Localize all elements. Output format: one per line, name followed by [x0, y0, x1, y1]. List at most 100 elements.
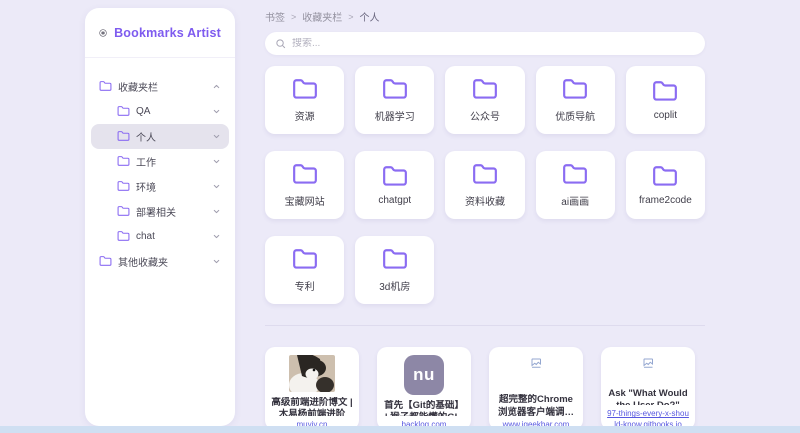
folder-name: 资源 [295, 108, 315, 123]
bookmarks-app: Bookmarks Artist 收藏夹栏 QA 个人 工作 [0, 0, 800, 433]
dog-photo-image [289, 355, 335, 392]
bookmark-title: 首先【Git的基础】 | 猴子都能懂的GIT入门 |.. [383, 400, 465, 416]
folder-icon [117, 130, 130, 143]
folder-icon [382, 164, 408, 190]
folder-card-ai-painting[interactable]: ai画画 [536, 151, 615, 219]
bookmark-thumbnail: nu [404, 355, 444, 395]
folder-name: 资料收藏 [465, 193, 505, 208]
folder-icon [117, 230, 130, 243]
section-divider [265, 325, 705, 326]
folder-name: 机器学习 [375, 108, 415, 123]
bookmark-title: Ask "What Would the User Do?" (You Are..… [607, 388, 689, 405]
sidebar-item-qa[interactable]: QA [91, 99, 229, 124]
folder-name: chatgpt [378, 195, 411, 206]
folder-icon [652, 79, 678, 105]
folder-icon [562, 77, 588, 103]
sidebar-item-bookmarks-bar[interactable]: 收藏夹栏 [91, 74, 229, 99]
search-input[interactable] [292, 38, 695, 49]
folder-icon [292, 162, 318, 188]
bottom-window-edge [0, 426, 800, 433]
nu-logo-text: nu [413, 365, 435, 385]
app-title: Bookmarks Artist [114, 26, 221, 40]
folder-icon [117, 105, 130, 118]
breadcrumb-separator: > [348, 12, 353, 22]
logo-icon [99, 22, 107, 44]
folder-icon [472, 162, 498, 188]
sidebar-item-other-bookmarks[interactable]: 其他收藏夹 [91, 249, 229, 274]
folder-icon [292, 77, 318, 103]
folder-icon [99, 255, 112, 268]
bookmark-card-muyiy[interactable]: 高级前端进阶博文 | 木易杨前端进阶 muyiy.cn [265, 347, 359, 430]
bookmark-thumbnail [530, 355, 542, 389]
folder-name: ai画画 [561, 193, 589, 208]
breadcrumb-item-bookmarks[interactable]: 书签 [265, 9, 285, 24]
sidebar-item-label: 收藏夹栏 [118, 79, 206, 94]
folder-name: 3d机房 [379, 278, 410, 293]
bookmark-thumbnail [289, 355, 335, 392]
sidebar-item-label: 环境 [136, 179, 206, 194]
folder-card-chatgpt[interactable]: chatgpt [355, 151, 434, 219]
folder-name: 专利 [295, 278, 315, 293]
sidebar-item-chat[interactable]: chat [91, 224, 229, 249]
folder-card-coplit[interactable]: coplit [626, 66, 705, 134]
breadcrumb-item-bookmarks-bar[interactable]: 收藏夹栏 [302, 9, 342, 24]
folder-icon [382, 247, 408, 273]
folder-name: 宝藏网站 [285, 193, 325, 208]
breadcrumb: 书签 > 收藏夹栏 > 个人 [265, 9, 705, 24]
breadcrumb-item-personal[interactable]: 个人 [360, 9, 380, 24]
folder-icon [652, 164, 678, 190]
folder-card-machine-learning[interactable]: 机器学习 [355, 66, 434, 134]
folder-icon [292, 247, 318, 273]
folder-name: 公众号 [470, 108, 500, 123]
bookmark-thumbnail [642, 355, 654, 383]
sidebar-item-label: QA [136, 106, 206, 117]
chevron-down-icon[interactable] [212, 207, 221, 216]
folder-card-quality-nav[interactable]: 优质导航 [536, 66, 615, 134]
chevron-down-icon[interactable] [212, 157, 221, 166]
folder-name: 优质导航 [555, 108, 595, 123]
folder-card-ziyuan[interactable]: 资源 [265, 66, 344, 134]
search-icon [275, 38, 286, 49]
bookmark-card-backlog-git[interactable]: nu 首先【Git的基础】 | 猴子都能懂的GIT入门 |.. backlog.… [377, 347, 471, 430]
sidebar: Bookmarks Artist 收藏夹栏 QA 个人 工作 [85, 8, 235, 426]
app-logo: Bookmarks Artist [85, 8, 235, 58]
folder-card-gongzhonghao[interactable]: 公众号 [445, 66, 524, 134]
sidebar-item-personal[interactable]: 个人 [91, 124, 229, 149]
sidebar-item-environment[interactable]: 环境 [91, 174, 229, 199]
search-bar [265, 32, 705, 55]
sidebar-item-label: 个人 [136, 129, 206, 144]
folder-icon [562, 162, 588, 188]
sidebar-item-label: 其他收藏夹 [118, 254, 206, 269]
folder-icon [99, 80, 112, 93]
folder-card-3d-room[interactable]: 3d机房 [355, 236, 434, 304]
chevron-up-icon[interactable] [212, 82, 221, 91]
folder-icon [382, 77, 408, 103]
chevron-down-icon[interactable] [212, 132, 221, 141]
folder-card-treasure-sites[interactable]: 宝藏网站 [265, 151, 344, 219]
chevron-down-icon[interactable] [212, 232, 221, 241]
folder-card-patent[interactable]: 专利 [265, 236, 344, 304]
folder-name: coplit [654, 110, 677, 121]
breadcrumb-separator: > [291, 12, 296, 22]
folder-card-frame2code[interactable]: frame2code [626, 151, 705, 219]
sidebar-item-work[interactable]: 工作 [91, 149, 229, 174]
chevron-down-icon[interactable] [212, 182, 221, 191]
nu-logo: nu [404, 355, 444, 395]
main-content: 书签 > 收藏夹栏 > 个人 资源 机器学习 公众号 [265, 0, 705, 430]
bookmark-title: 高级前端进阶博文 | 木易杨前端进阶 [271, 397, 353, 416]
folder-icon [117, 205, 130, 218]
sidebar-item-deploy[interactable]: 部署相关 [91, 199, 229, 224]
folder-icon [117, 180, 130, 193]
folder-card-ziliao[interactable]: 资料收藏 [445, 151, 524, 219]
bookmark-list: 高级前端进阶博文 | 木易杨前端进阶 muyiy.cn nu 首先【Git的基础… [265, 347, 705, 430]
folder-grid: 资源 机器学习 公众号 优质导航 coplit 宝藏网站 [265, 66, 705, 304]
chevron-down-icon[interactable] [212, 257, 221, 266]
sidebar-item-label: 工作 [136, 154, 206, 169]
bookmark-card-chrome-debug[interactable]: 超完整的Chrome浏览器客户端调试大全 | ... www.igeekbar.… [489, 347, 583, 430]
bookmark-card-97-things[interactable]: Ask "What Would the User Do?" (You Are..… [601, 347, 695, 430]
sidebar-item-label: chat [136, 231, 206, 242]
chevron-down-icon[interactable] [212, 107, 221, 116]
sidebar-item-label: 部署相关 [136, 204, 206, 219]
folder-tree: 收藏夹栏 QA 个人 工作 环境 [85, 58, 235, 274]
folder-icon [117, 155, 130, 168]
